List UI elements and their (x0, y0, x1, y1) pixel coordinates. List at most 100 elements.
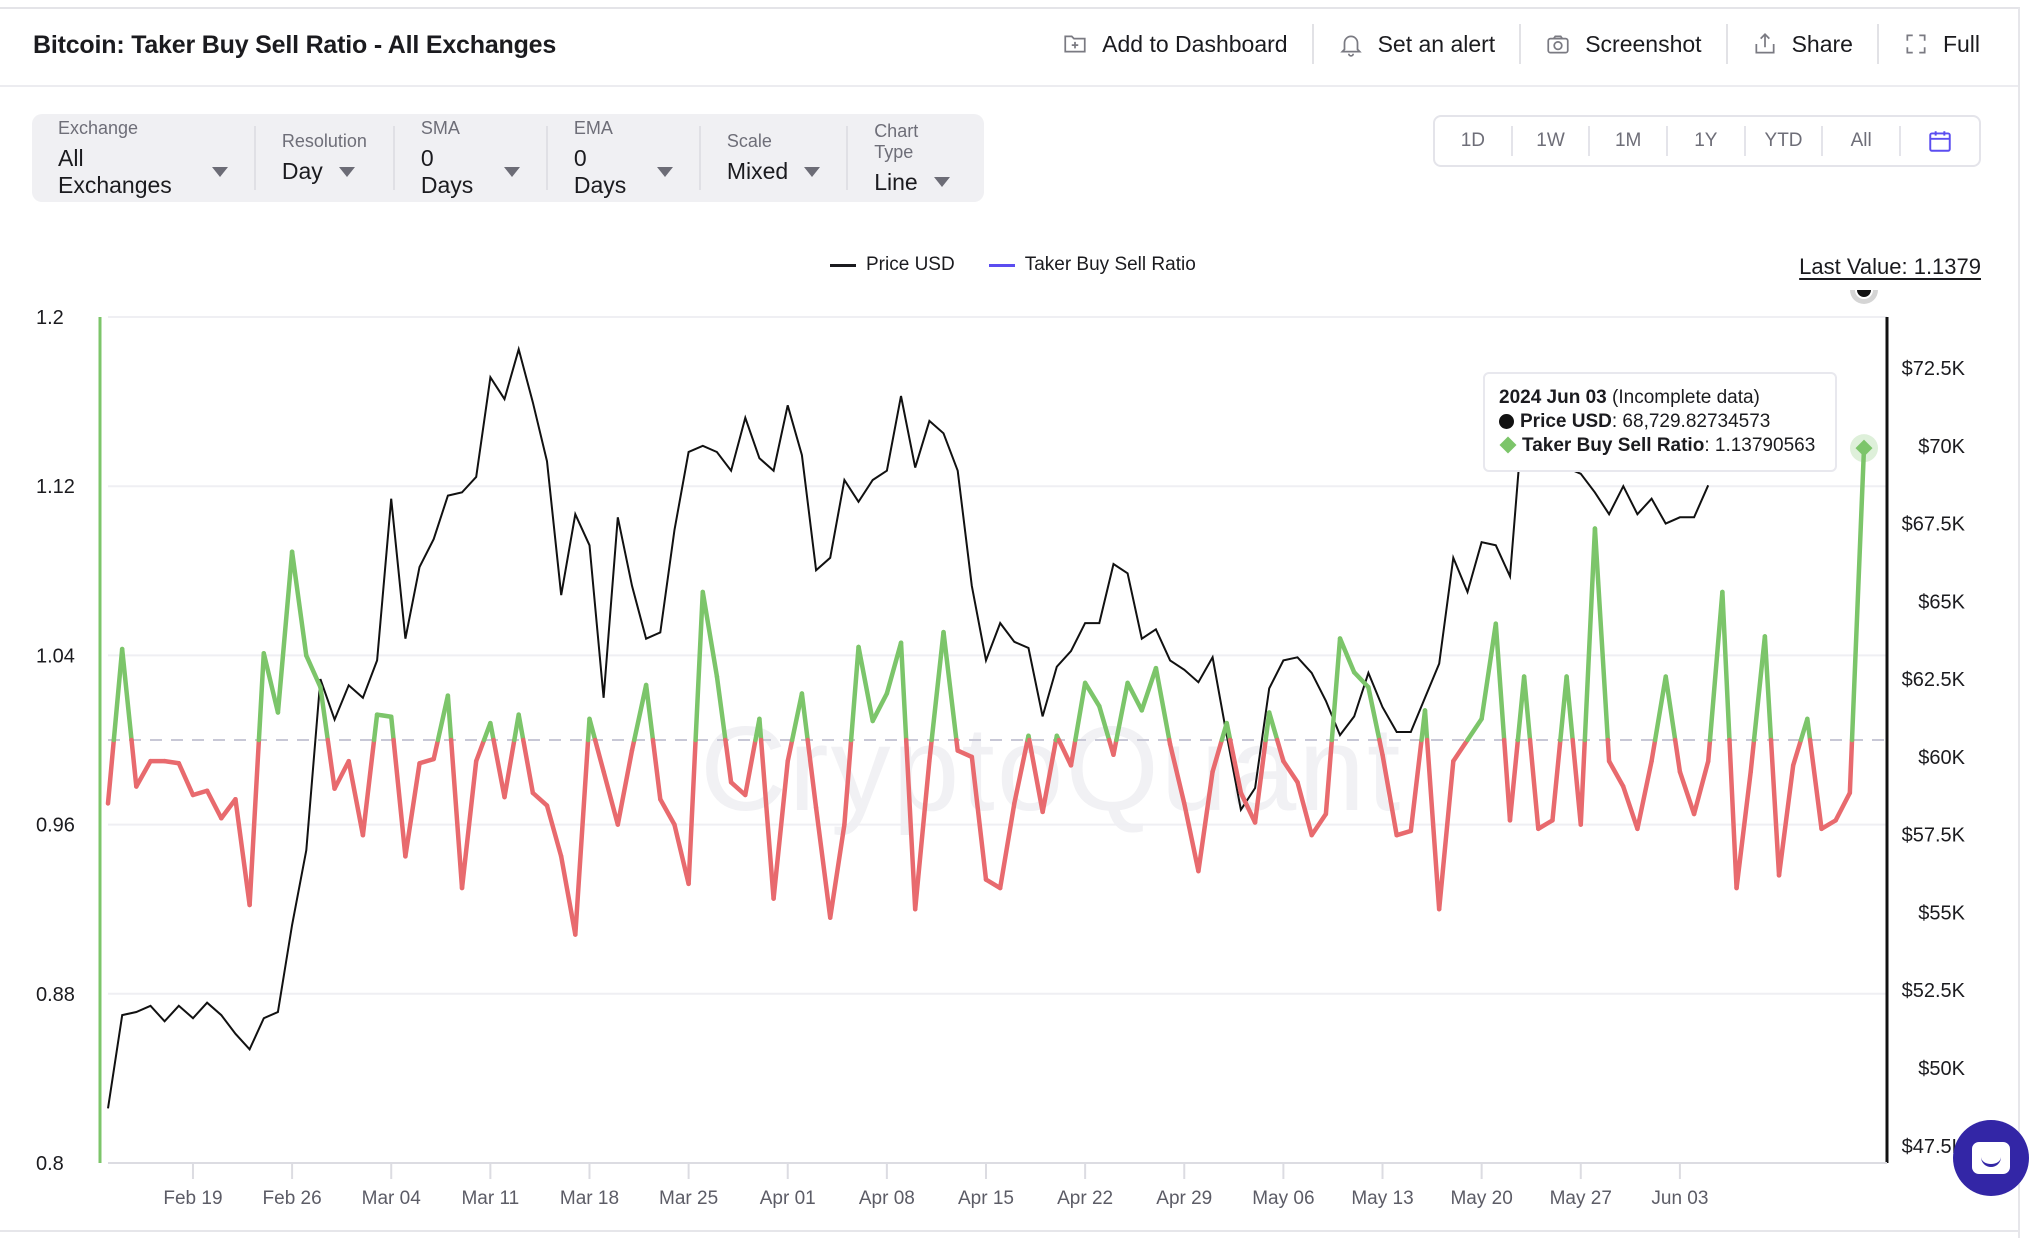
date-picker-button[interactable] (1899, 126, 1979, 156)
range-all-button[interactable]: All (1821, 126, 1899, 156)
ratio-segment-below (1196, 769, 1215, 874)
chat-support-button[interactable] (1953, 1120, 2029, 1196)
ratio-segment-above (929, 629, 946, 743)
last-value-link[interactable]: Last Value: 1.1379 (1799, 254, 1981, 280)
ratio-segment-below (403, 761, 422, 859)
y-right-tick-label: $70K (1918, 436, 1965, 458)
caret-down-icon (656, 166, 673, 177)
screenshot-button[interactable]: Screenshot (1519, 24, 1725, 64)
x-tick-label: Apr 22 (1057, 1188, 1113, 1209)
ratio-segment-below (785, 737, 795, 764)
add-to-dashboard-button[interactable]: Add to Dashboard (1038, 24, 1311, 64)
ratio-segment-below (129, 737, 139, 789)
x-tick-label: Mar 18 (560, 1188, 619, 1209)
y-right-tick-label: $72.5K (1902, 358, 1966, 380)
x-tick-label: Feb 19 (163, 1188, 222, 1209)
filter-bar: Exchange All Exchanges Resolution Day SM… (32, 114, 984, 202)
range-1m-button[interactable]: 1M (1588, 126, 1666, 156)
fullscreen-button[interactable]: Full (1876, 24, 2004, 64)
x-tick-label: May 13 (1351, 1188, 1413, 1209)
ratio-segment-above (693, 589, 706, 743)
x-tick-label: May 27 (1550, 1188, 1612, 1209)
ratio-segment-above (1564, 674, 1575, 743)
sma-dropdown[interactable]: SMA 0 Days (392, 118, 546, 198)
range-1w-button[interactable]: 1W (1510, 126, 1589, 156)
legend-swatch-ratio (988, 263, 1015, 267)
ratio-segment-below (558, 854, 578, 937)
y-right-tick-label: $62.5K (1902, 669, 1966, 691)
ratio-segment-below (573, 737, 591, 937)
range-1d-button[interactable]: 1D (1435, 126, 1511, 156)
legend-item-ratio[interactable]: Taker Buy Sell Ratio (988, 254, 1196, 276)
caret-down-icon (503, 166, 520, 177)
ratio-segment-above (304, 653, 323, 690)
y-left-tick-label: 0.96 (36, 815, 75, 837)
ema-dropdown[interactable]: EMA 0 Days (545, 118, 699, 198)
ratio-segment-below (1210, 737, 1225, 774)
ratio-segment-below (1380, 752, 1399, 838)
ratio-segment-below (1578, 737, 1588, 827)
caret-down-icon (933, 177, 950, 187)
ratio-segment-above (1073, 680, 1088, 743)
ratio-segment-above (1465, 716, 1484, 743)
ratio-segment-above (1720, 589, 1732, 743)
ratio-segment-above (388, 714, 396, 743)
ratio-segment-above (848, 644, 861, 743)
ratio-segment-above (289, 549, 309, 658)
ratio-segment-below (1768, 737, 1782, 878)
ratio-segment-below (1807, 737, 1824, 832)
ema-label: EMA (573, 117, 613, 138)
ratio-segment-above (1114, 680, 1130, 743)
ratio-segment-below (1167, 741, 1187, 806)
ratio-segment-below (842, 737, 854, 827)
y-right-tick-label: $65K (1918, 591, 1965, 613)
tooltip-price-value: : 68,729.82734573 (1611, 411, 1771, 432)
resolution-dropdown[interactable]: Resolution Day (253, 126, 393, 190)
ratio-segment-below (1323, 737, 1335, 817)
ratio-segment-above (941, 629, 959, 743)
ratio-segment-above (1097, 703, 1112, 743)
set-alert-label: Set an alert (1377, 30, 1496, 57)
ratio-segment-below (1734, 769, 1753, 891)
ratio-segment-above (1707, 589, 1725, 743)
ratio-segment-above (714, 674, 728, 743)
set-alert-button[interactable]: Set an alert (1311, 24, 1520, 64)
ratio-segment-below (233, 796, 252, 908)
ratio-segment-below (1705, 737, 1713, 764)
ratio-segment-above (261, 651, 281, 715)
ratio-segment-below (805, 737, 819, 810)
legend-item-price[interactable]: Price USD (830, 254, 955, 276)
ratio-segment-below (1040, 737, 1059, 815)
exchange-dropdown[interactable]: Exchange All Exchanges (32, 118, 254, 198)
fullscreen-icon (1906, 34, 1926, 54)
ratio-segment-below (1182, 801, 1201, 874)
ratio-segment-below (1436, 758, 1456, 912)
ratio-segment-above (1082, 680, 1102, 709)
ratio-segment-below (927, 737, 934, 764)
ratio-segment-below (1408, 737, 1424, 834)
ratio-segment-below (1621, 784, 1640, 832)
ratio-segment-below (544, 803, 564, 859)
chart-type-dropdown[interactable]: Chart Type Line (846, 121, 984, 195)
share-button[interactable]: Share (1725, 24, 1877, 64)
ratio-segment-below (1111, 737, 1119, 758)
ratio-segment-below (1790, 737, 1804, 768)
ratio-segment-above (1422, 708, 1430, 743)
range-ytd-button[interactable]: YTD (1743, 126, 1822, 156)
ratio-segment-below (1727, 737, 1739, 891)
legend-swatch-price (830, 263, 856, 267)
ratio-segment-below (1635, 758, 1654, 832)
ratio-segment-below (204, 788, 224, 821)
ratio-segment-below (1377, 737, 1385, 758)
x-tick-label: May 20 (1450, 1188, 1512, 1209)
ratio-segment-below (1677, 769, 1697, 817)
ratio-segment-below (1295, 780, 1314, 838)
legend-label-price: Price USD (866, 254, 955, 275)
range-1y-button[interactable]: 1Y (1666, 126, 1744, 156)
ratio-segment-below (247, 737, 262, 908)
scale-dropdown[interactable]: Scale Mixed (698, 126, 846, 190)
chat-icon (1972, 1142, 2010, 1174)
ratio-segment-above (1493, 621, 1507, 743)
ratio-segment-below (1056, 737, 1074, 768)
chart-legend: Price USD Taker Buy Sell Ratio (830, 254, 1196, 276)
